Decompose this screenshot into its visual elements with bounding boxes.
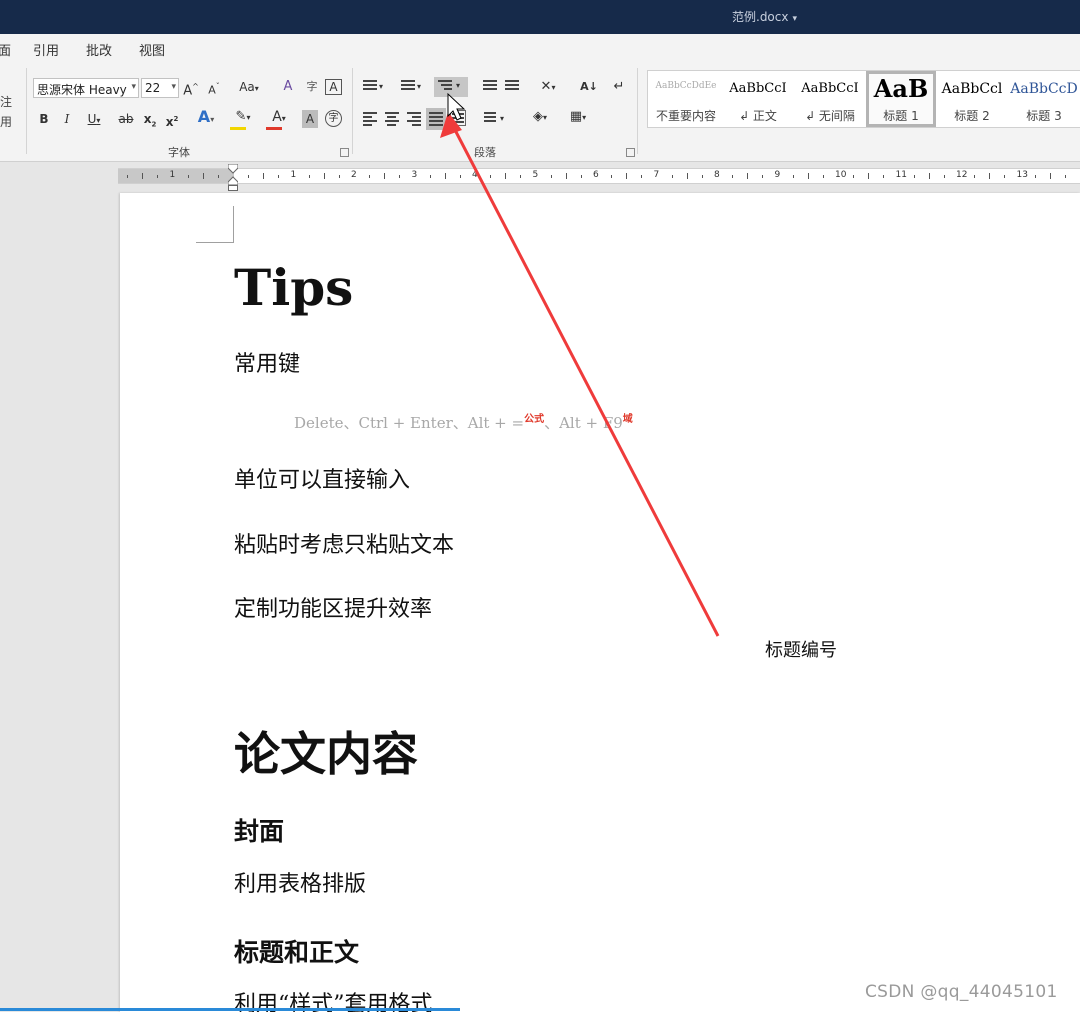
annotation-label: 标题编号 [765,640,837,661]
progress-line [0,1008,460,1011]
annotation-arrow [440,92,720,637]
word-window: 范例.docx ▾ 面 引用 批改 视图 注 用 思源宋体 Heavy ▾ 22 ▾ … [0,0,1080,1012]
watermark: CSDN @qq_44045101 [865,982,1058,1002]
